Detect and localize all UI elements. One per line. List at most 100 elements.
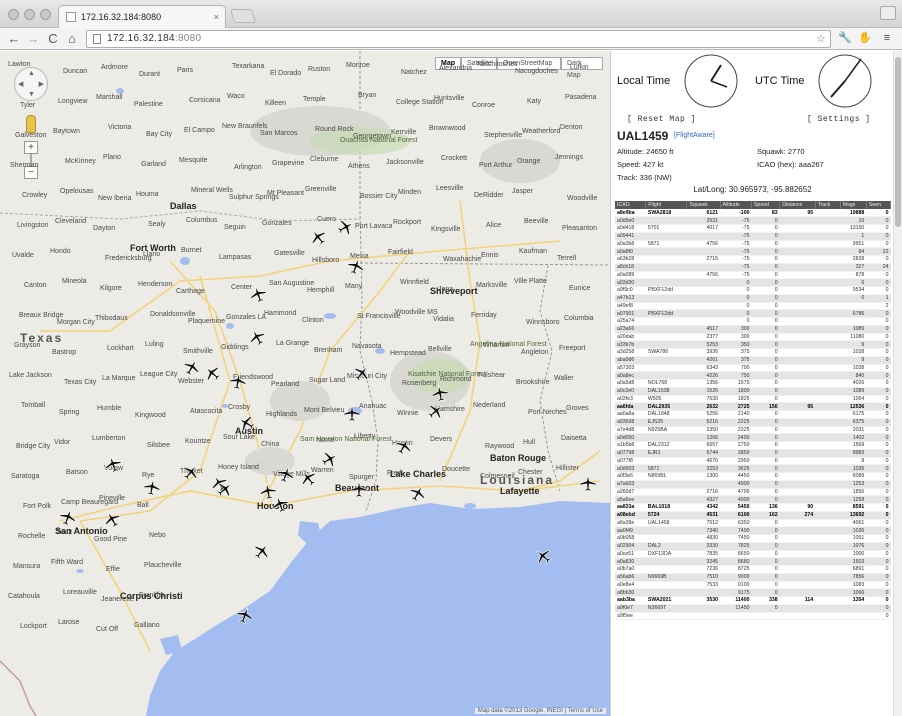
aircraft-marker-icon[interactable] — [353, 364, 371, 382]
table-row[interactable]: a0d418 5701 4017 -75 0 13150 0 — [615, 224, 891, 233]
table-row[interactable]: a49ef8 0 0 2 — [615, 302, 891, 311]
aircraft-marker-icon[interactable] — [59, 508, 77, 526]
table-row[interactable]: a57303 6343 700 0 1038 0 — [615, 364, 891, 373]
pan-right-icon[interactable]: ▶ — [39, 80, 44, 88]
table-row[interactable]: a02fe3 W505 7630 1825 0 1064 0 — [615, 395, 891, 404]
aircraft-marker-icon[interactable] — [350, 480, 368, 498]
column-header[interactable]: Distance — [779, 201, 816, 209]
aircraft-marker-icon[interactable] — [182, 463, 200, 481]
map-canvas[interactable]: Map Satellite OpenStreetMap Dark Map ▲ ▼ ◀ … — [0, 51, 610, 716]
table-row[interactable]: a0a089 4756 -75 0 878 0 — [615, 271, 891, 280]
column-header[interactable]: Track — [815, 201, 841, 209]
table-row[interactable]: a0a8ec 4226 750 0 840 0 — [615, 371, 891, 380]
scrollbar-thumb[interactable] — [895, 57, 901, 227]
extension-icon[interactable]: ✋ — [858, 31, 872, 46]
settings-button[interactable]: [ Settings ] — [807, 115, 871, 124]
close-window-button[interactable] — [8, 9, 19, 20]
table-row[interactable]: a0d5e0 2531 -75 0 10 0 — [615, 216, 891, 225]
forward-button[interactable]: → — [25, 30, 41, 47]
aircraft-marker-icon[interactable] — [236, 606, 254, 624]
aircraft-marker-icon[interactable] — [299, 469, 317, 487]
table-row[interactable]: a1b5b8 DAL2312 6657 2750 0 1569 0 — [615, 441, 891, 450]
aircraft-marker-icon[interactable] — [183, 358, 201, 376]
table-row[interactable]: a0a5d8 NOL768 1356 1575 0 4026 0 — [615, 379, 891, 388]
table-row[interactable]: a077f8 4670 2950 0 8 0 — [615, 457, 891, 466]
table-row[interactable]: a25a74 0 0 0 — [615, 317, 891, 326]
zoom-window-button[interactable] — [40, 9, 51, 20]
column-header[interactable]: Altitude — [720, 201, 752, 209]
aircraft-marker-icon[interactable] — [253, 542, 271, 560]
table-row[interactable]: a8a38e UAL1458 7512 6350 0 4061 0 — [615, 519, 891, 528]
table-row[interactable]: a0a3b8 5871 4756 -75 0 9951 0 — [615, 240, 891, 249]
zoom-in-button[interactable]: + — [24, 141, 38, 154]
home-button[interactable]: ⌂ — [64, 30, 80, 47]
table-row[interactable]: a5a6ee 4327 4900 0 1258 0 — [615, 495, 891, 504]
new-tab-button[interactable] — [229, 9, 257, 23]
table-row[interactable]: a0a8f0 -75 0 84 22 — [615, 247, 891, 256]
table-row[interactable]: a93698 EJS25 5216 2225 0 6375 0 — [615, 418, 891, 427]
table-row[interactable]: a0ce51 DXF13DA 7835 8650 0 1000 0 — [615, 550, 891, 559]
aircraft-marker-icon[interactable] — [534, 547, 552, 565]
table-row[interactable]: a07798 EJR1 5744 2850 0 8983 0 — [615, 449, 891, 458]
aircraft-marker-icon[interactable] — [143, 478, 161, 496]
aircraft-marker-icon[interactable] — [249, 285, 267, 303]
table-row[interactable]: aa833a BAL1018 4342 5450 136 90 8591 0 — [615, 503, 891, 512]
table-row[interactable]: a0e8e4 7533 9100 0 1083 0 — [615, 581, 891, 590]
aircraft-marker-icon[interactable] — [103, 510, 121, 528]
table-row[interactable]: aa0a8a DAL1948 5256 2140 0 6175 0 — [615, 410, 891, 419]
aircraft-marker-icon[interactable] — [409, 484, 427, 502]
flightaware-link[interactable]: [FlightAware] — [674, 132, 715, 139]
table-row[interactable]: a09441 -75 0 1 0 — [615, 232, 891, 241]
table-row[interactable]: a23a66 4517 300 0 1089 0 — [615, 325, 891, 334]
bookmark-star-icon[interactable]: ☆ — [816, 31, 826, 47]
table-row[interactable]: a9f9c0 PBXF12dd 0 0 9534 0 — [615, 286, 891, 295]
table-row[interactable]: a33b7b 5253 350 0 9 0 — [615, 340, 891, 349]
column-header[interactable]: Flight — [645, 201, 688, 209]
table-row[interactable]: a0b058 4830 7450 0 1051 0 — [615, 534, 891, 543]
table-row[interactable]: a8e9ba SWA2818 6121 -100 83 95 19888 0 — [615, 209, 891, 218]
aircraft-marker-icon[interactable] — [203, 364, 221, 382]
aircraft-marker-icon[interactable] — [343, 404, 361, 422]
table-row[interactable]: a02904 DAL2 3330 7825 0 1076 0 — [615, 542, 891, 551]
aircraft-marker-icon[interactable] — [277, 465, 295, 483]
column-header[interactable]: Speed — [751, 201, 781, 209]
minimize-window-button[interactable] — [24, 9, 35, 20]
aircraft-marker-icon[interactable] — [229, 372, 247, 390]
table-row[interactable]: a0d050 1266 2400 0 1402 0 — [615, 433, 891, 442]
table-row[interactable]: a8bb30 9175 0 1066 0 — [615, 588, 891, 597]
aircraft-marker-icon[interactable] — [237, 414, 255, 432]
table-row[interactable]: aa6fda DAL2935 2632 2725 156 95 12536 0 — [615, 402, 891, 411]
table-row[interactable]: aab3ba SWA2021 3530 11400 338 114 1354 0 — [615, 596, 891, 605]
table-row[interactable]: a63b28 2715 -75 0 2828 0 — [615, 255, 891, 264]
sidebar-scrollbar[interactable] — [893, 51, 902, 716]
aircraft-marker-icon[interactable] — [431, 384, 449, 402]
reload-button[interactable]: C — [45, 30, 61, 47]
table-row[interactable]: a20dab 2377 300 0 11080 0 — [615, 333, 891, 342]
menu-icon[interactable]: ≡ — [880, 31, 894, 46]
street-view-pegman-icon[interactable] — [26, 115, 36, 133]
table-row[interactable]: a0f3e6 N869BL 1300 4450 0 6089 0 — [615, 472, 891, 481]
table-row[interactable]: a7e4d8 N925BA 2350 2325 0 2031 0 — [615, 426, 891, 435]
column-header[interactable]: Squawk — [686, 201, 721, 209]
table-row[interactable]: a08ebd 5724 4531 6100 162 274 13692 0 — [615, 511, 891, 520]
aircraft-marker-icon[interactable] — [427, 402, 445, 420]
aircraft-marker-icon[interactable] — [309, 228, 327, 246]
wrench-icon[interactable]: 🔧 — [838, 31, 852, 46]
reset-map-button[interactable]: [ Reset Map ] — [627, 115, 696, 124]
table-row[interactable]: a0d003 5871 3253 3625 0 1035 0 — [615, 464, 891, 473]
table-row[interactable]: a9f5ee 0 — [615, 612, 891, 621]
aircraft-marker-icon[interactable] — [104, 455, 122, 473]
pan-up-icon[interactable]: ▲ — [28, 70, 35, 77]
table-row[interactable]: a260d7 2716 4799 0 1856 0 — [615, 488, 891, 497]
aircraft-marker-icon[interactable] — [347, 257, 365, 275]
pan-control[interactable]: ▲ ▼ ◀ ▶ — [14, 67, 48, 101]
table-row[interactable]: a7a603 4900 0 1253 0 — [615, 480, 891, 489]
column-header[interactable]: Msgs — [840, 201, 867, 209]
aircraft-marker-icon[interactable] — [579, 474, 597, 492]
profile-icon[interactable] — [880, 6, 896, 20]
table-row[interactable]: aba0d6 4261 375 0 9 0 — [615, 356, 891, 365]
aircraft-marker-icon[interactable] — [321, 450, 339, 468]
table-row[interactable]: a9f0e7 N3669T 11450 0 0 — [615, 604, 891, 613]
address-bar[interactable]: 172.16.32.184:8080 ☆ — [86, 30, 831, 48]
tab-close-icon[interactable]: × — [214, 6, 219, 28]
